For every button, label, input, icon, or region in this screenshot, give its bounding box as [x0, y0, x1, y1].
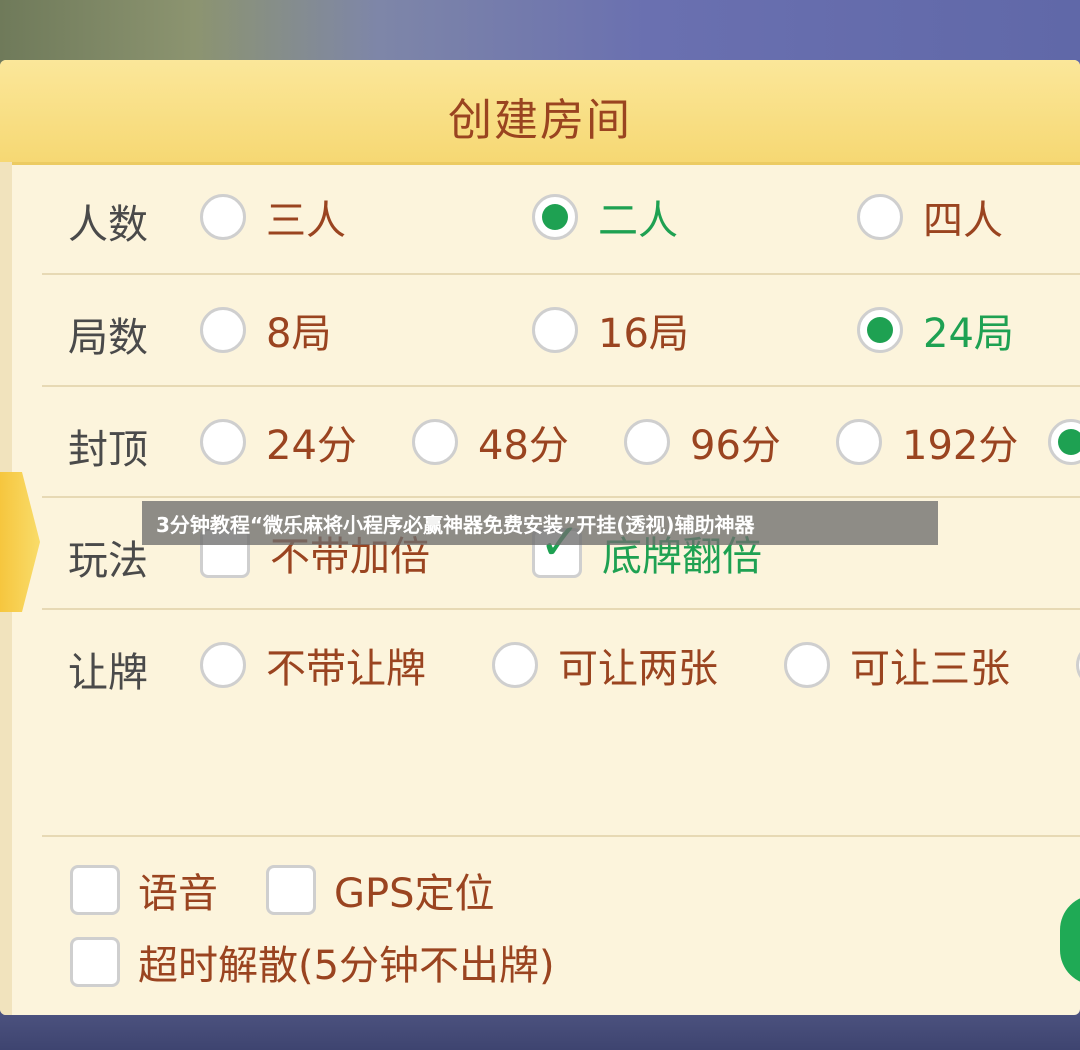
cap-option-192[interactable]: 192分 — [836, 387, 1018, 497]
divider — [42, 835, 1080, 837]
yield-option-two[interactable]: 可让两张 — [492, 610, 718, 720]
radio-off-icon[interactable] — [200, 642, 246, 688]
radio-off-icon[interactable] — [1076, 642, 1080, 688]
radio-off-icon[interactable] — [492, 642, 538, 688]
radio-off-icon[interactable] — [200, 419, 246, 465]
rounds-row: 局数 8局 16局 24局 — [42, 275, 1080, 385]
checkbox-icon[interactable] — [70, 937, 120, 987]
cap-option-24[interactable]: 24分 — [200, 387, 357, 497]
option-label: 二人 — [598, 198, 678, 244]
cap-row: 封顶 24分 48分 96分 192分 — [42, 387, 1080, 497]
players-option-3[interactable]: 三人 — [200, 162, 346, 272]
option-label: 96分 — [690, 423, 781, 469]
players-option-4[interactable]: 四人 — [857, 162, 1003, 272]
players-label: 人数 — [68, 202, 148, 248]
gps-option[interactable]: GPS定位 — [266, 860, 495, 920]
checkbox-icon[interactable] — [70, 865, 120, 915]
option-label: 16局 — [598, 311, 689, 357]
rules-label: 玩法 — [68, 538, 148, 584]
radio-off-icon[interactable] — [784, 642, 830, 688]
option-label: 可让三张 — [850, 646, 1010, 692]
radio-off-icon[interactable] — [836, 419, 882, 465]
yield-option-none[interactable]: 不带让牌 — [200, 610, 426, 720]
timeout-dismiss-option[interactable]: 超时解散(5分钟不出牌) — [70, 932, 555, 992]
radio-on-icon[interactable] — [532, 194, 578, 240]
yield-option-three[interactable]: 可让三张 — [784, 610, 1010, 720]
radio-off-icon[interactable] — [200, 307, 246, 353]
option-label: 192分 — [902, 423, 1019, 469]
option-label: 不带让牌 — [266, 646, 426, 692]
yield-label: 让牌 — [68, 650, 148, 696]
option-label: 超时解散(5分钟不出牌) — [138, 943, 555, 989]
option-label: 四人 — [923, 198, 1003, 244]
players-row: 人数 三人 二人 四人 — [42, 162, 1080, 272]
rounds-label: 局数 — [68, 315, 148, 361]
option-label: 8局 — [266, 311, 332, 357]
option-label: 可让两张 — [558, 646, 718, 692]
radio-off-icon[interactable] — [624, 419, 670, 465]
option-label: GPS定位 — [334, 871, 495, 917]
rounds-option-8[interactable]: 8局 — [200, 275, 331, 385]
overlay-banner: 3分钟教程“微乐麻将小程序必赢神器免费安装”开挂(透视)辅助神器 — [142, 501, 938, 545]
dialog-header: 创建房间 — [0, 60, 1080, 165]
cap-option-more[interactable] — [1048, 387, 1080, 497]
radio-on-icon[interactable] — [1048, 419, 1080, 465]
dialog-title: 创建房间 — [448, 95, 632, 146]
option-label: 语音 — [138, 871, 218, 917]
radio-off-icon[interactable] — [412, 419, 458, 465]
checkbox-icon[interactable] — [266, 865, 316, 915]
players-option-2[interactable]: 二人 — [532, 162, 678, 272]
yield-row: 让牌 不带让牌 可让两张 可让三张 — [42, 610, 1080, 720]
yield-option-more[interactable] — [1076, 610, 1080, 720]
cap-label: 封顶 — [68, 427, 148, 473]
radio-off-icon[interactable] — [200, 194, 246, 240]
radio-off-icon[interactable] — [857, 194, 903, 240]
cap-option-48[interactable]: 48分 — [412, 387, 569, 497]
option-label: 48分 — [478, 423, 569, 469]
rounds-option-16[interactable]: 16局 — [532, 275, 689, 385]
voice-option[interactable]: 语音 — [70, 860, 218, 920]
option-label: 24局 — [923, 311, 1014, 357]
radio-on-icon[interactable] — [857, 307, 903, 353]
option-label: 24分 — [266, 423, 357, 469]
option-label: 三人 — [266, 198, 346, 244]
radio-off-icon[interactable] — [532, 307, 578, 353]
cap-option-96[interactable]: 96分 — [624, 387, 781, 497]
rounds-option-24[interactable]: 24局 — [857, 275, 1014, 385]
